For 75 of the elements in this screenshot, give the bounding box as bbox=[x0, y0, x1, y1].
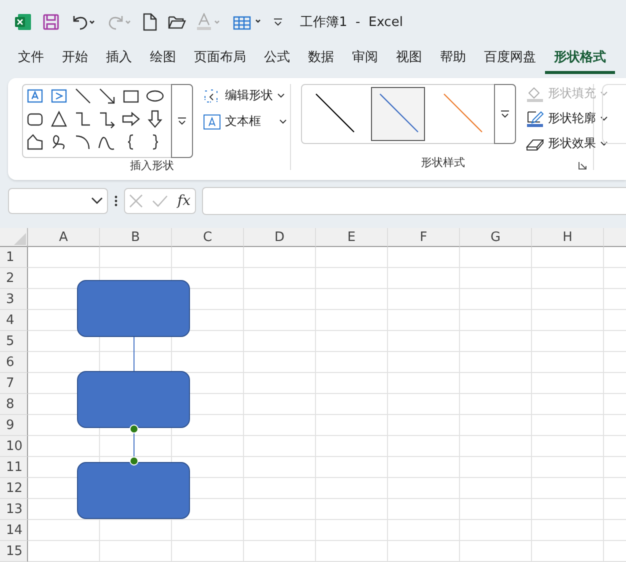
column-header[interactable]: E bbox=[316, 228, 388, 247]
row-header[interactable]: 5 bbox=[0, 331, 28, 352]
down-arrow-icon[interactable] bbox=[145, 108, 165, 129]
ribbon-tab[interactable]: 公式 bbox=[255, 44, 299, 74]
column-header[interactable]: G bbox=[460, 228, 532, 247]
window-title: 工作簿1 - Excel bbox=[300, 14, 403, 31]
customize-toolbar-icon[interactable] bbox=[272, 16, 284, 28]
caret-icon bbox=[600, 140, 608, 147]
formula-input[interactable] bbox=[202, 186, 626, 215]
ribbon-command[interactable]: 形状效果 bbox=[526, 134, 608, 154]
dialog-launcher-icon[interactable] bbox=[578, 160, 587, 170]
font-color-icon[interactable] bbox=[196, 12, 222, 31]
row-header[interactable]: 12 bbox=[0, 478, 28, 499]
line-style-option[interactable] bbox=[371, 86, 425, 141]
gallery-expand-button[interactable] bbox=[494, 84, 516, 144]
save-icon[interactable] bbox=[42, 12, 60, 31]
row-header[interactable]: 3 bbox=[0, 289, 28, 310]
arrow-line-icon[interactable] bbox=[97, 86, 117, 106]
ribbon-command[interactable]: 形状轮廓 bbox=[526, 108, 608, 129]
column-header[interactable]: C bbox=[172, 228, 244, 247]
caret-icon bbox=[277, 92, 285, 99]
row-header[interactable]: 1 bbox=[0, 247, 28, 268]
ribbon-tab[interactable]: 形状格式 bbox=[545, 44, 615, 74]
text-box-icon bbox=[203, 114, 221, 130]
pen-icon bbox=[526, 110, 544, 128]
column-header[interactable]: A bbox=[28, 228, 100, 247]
row-header[interactable]: 6 bbox=[0, 352, 28, 373]
row-header[interactable]: 10 bbox=[0, 436, 28, 457]
triangle-icon[interactable] bbox=[49, 108, 69, 129]
paint-bucket-icon bbox=[526, 84, 544, 103]
ribbon-tab[interactable]: 视图 bbox=[387, 44, 431, 74]
spreadsheet-app-icon[interactable] bbox=[14, 12, 32, 31]
ribbon-tab[interactable]: 页面布局 bbox=[185, 44, 255, 74]
caret-icon bbox=[600, 116, 608, 122]
ribbon-tab[interactable]: 帮助 bbox=[431, 44, 475, 74]
more-options-icon[interactable] bbox=[114, 194, 118, 207]
row-header[interactable]: 13 bbox=[0, 499, 28, 520]
insert-function-button[interactable]: fx bbox=[177, 192, 190, 209]
line-icon[interactable] bbox=[73, 86, 93, 106]
column-header[interactable]: H bbox=[532, 228, 604, 247]
row-header[interactable]: 8 bbox=[0, 394, 28, 415]
more-icon bbox=[177, 116, 187, 125]
group-label: 插入形状 bbox=[130, 158, 174, 173]
column-header[interactable]: D bbox=[244, 228, 316, 247]
row-header[interactable]: 2 bbox=[0, 268, 28, 289]
ribbon-tab[interactable]: 审阅 bbox=[343, 44, 387, 74]
more-icon bbox=[500, 110, 510, 118]
row-header[interactable]: 11 bbox=[0, 457, 28, 478]
gallery-expand-button[interactable] bbox=[171, 84, 193, 158]
caret-icon bbox=[279, 118, 287, 125]
ribbon-tab[interactable]: 绘图 bbox=[141, 44, 185, 74]
column-header[interactable]: B bbox=[100, 228, 172, 247]
connector-line[interactable] bbox=[129, 424, 139, 466]
ribbon-tab[interactable]: 文件 bbox=[9, 44, 53, 74]
cell-grid[interactable] bbox=[28, 247, 626, 562]
ribbon-tab[interactable]: 开始 bbox=[53, 44, 97, 74]
group-label: 形状样式 bbox=[421, 154, 465, 170]
row-header[interactable]: 7 bbox=[0, 373, 28, 394]
ribbon-group bbox=[602, 84, 626, 144]
ribbon-command[interactable]: 编辑形状 bbox=[203, 86, 287, 106]
ribbon-tab[interactable]: 插入 bbox=[97, 44, 141, 74]
new-document-icon[interactable] bbox=[142, 12, 158, 31]
caret-icon bbox=[600, 90, 608, 97]
freeform-icon[interactable] bbox=[25, 132, 45, 152]
open-folder-icon[interactable] bbox=[168, 14, 186, 30]
row-header[interactable]: 15 bbox=[0, 541, 28, 562]
ribbon-tab[interactable]: 百度网盘 bbox=[475, 44, 545, 74]
ribbon-command[interactable]: 文本框 bbox=[203, 112, 287, 132]
row-header[interactable]: 9 bbox=[0, 415, 28, 436]
row-header[interactable]: 4 bbox=[0, 310, 28, 331]
column-header[interactable]: F bbox=[388, 228, 460, 247]
check-icon[interactable] bbox=[152, 194, 168, 208]
dropdown-icon bbox=[91, 196, 103, 205]
ribbon-tab[interactable]: 数据 bbox=[299, 44, 343, 74]
row-header[interactable]: 14 bbox=[0, 520, 28, 541]
